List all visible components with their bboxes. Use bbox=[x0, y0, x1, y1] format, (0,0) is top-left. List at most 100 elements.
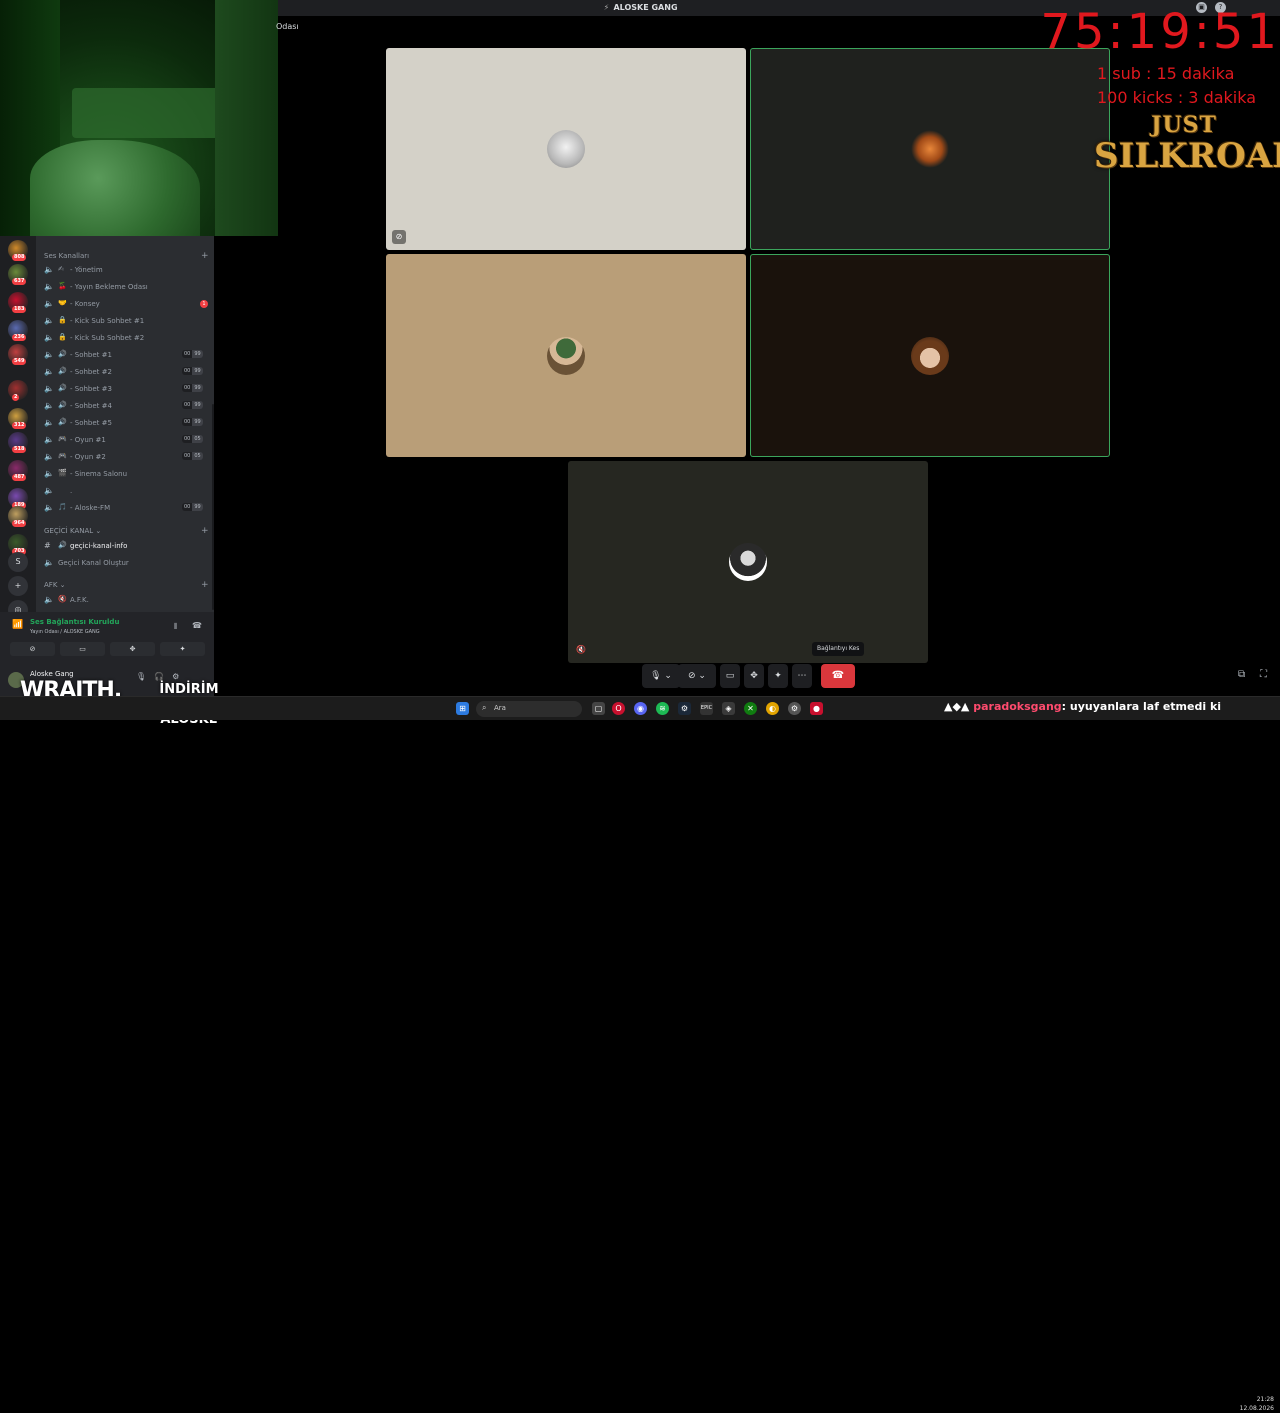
gear-icon[interactable]: ⚙ bbox=[172, 672, 179, 681]
server-icon[interactable]: 518 bbox=[8, 432, 28, 453]
channel-geçici-kanal-info[interactable]: # 🔊 geçici-kanal-info bbox=[44, 540, 210, 554]
speaker-icon: 🔈 bbox=[44, 333, 54, 342]
server-icon[interactable]: 236 bbox=[8, 320, 28, 341]
server-badge: 964 bbox=[12, 520, 27, 527]
screen-share-button[interactable]: ▭ bbox=[720, 664, 740, 688]
participant-tile[interactable] bbox=[386, 254, 746, 457]
server-icon[interactable]: 703 bbox=[8, 534, 28, 555]
username[interactable]: Aloske Gang bbox=[30, 670, 74, 678]
server-icon[interactable]: 183 bbox=[8, 292, 28, 313]
channel-geçici-kanal-oluştur[interactable]: 🔈 Geçici Kanal Oluştur bbox=[44, 557, 210, 571]
sidebar-scrollbar[interactable] bbox=[212, 404, 214, 610]
noise-suppression-icon[interactable]: ⦀ bbox=[174, 622, 178, 632]
headphones-icon[interactable]: 🎧 bbox=[154, 672, 164, 681]
server-icon[interactable]: 189 bbox=[8, 488, 28, 509]
channel-item[interactable]: 🔈 🔊 - Sohbet #3 00 99 bbox=[44, 383, 210, 397]
section-temp-channels[interactable]: GEÇİCİ KANAL ⌄ + bbox=[44, 526, 209, 536]
recording-app-icon[interactable]: ● bbox=[810, 702, 823, 715]
voice-status[interactable]: Ses Bağlantısı Kuruldu bbox=[30, 618, 119, 626]
taskbar-search[interactable]: ⌕ Ara bbox=[476, 701, 582, 717]
hangup-button[interactable]: ☎ bbox=[821, 664, 855, 688]
participant-tile[interactable] bbox=[750, 48, 1110, 250]
add-channel-icon[interactable]: + bbox=[201, 526, 209, 536]
channel-item[interactable]: 🔈 🎵 - Aloske-FM 00 99 bbox=[44, 502, 210, 516]
channel-emoji-icon: 🔒 bbox=[58, 316, 67, 324]
channel-name: . bbox=[70, 487, 73, 495]
channel-afk[interactable]: 🔈 🔇 A.F.K. bbox=[44, 594, 210, 608]
spotify-icon[interactable]: ≋ bbox=[656, 702, 669, 715]
speaker-icon: 🔈 bbox=[44, 316, 54, 325]
discord-icon[interactable]: ◉ bbox=[634, 702, 647, 715]
channel-name: - Aloske-FM bbox=[70, 504, 111, 512]
channel-emoji-icon: 🔊 bbox=[58, 384, 67, 392]
screen-share-icon[interactable]: ⊘ bbox=[392, 230, 406, 244]
add-channel-icon[interactable]: + bbox=[201, 251, 209, 261]
settings-app-icon[interactable]: ⚙ bbox=[788, 702, 801, 715]
user-limit-badge: 00 99 bbox=[182, 503, 203, 511]
participant-tile[interactable] bbox=[750, 254, 1110, 457]
channel-item[interactable]: 🔈 🤝 - Konsey 1 bbox=[44, 298, 210, 312]
server-icon[interactable]: 2 bbox=[8, 380, 28, 401]
screen-share-button[interactable]: ▭ bbox=[60, 642, 105, 656]
channel-item[interactable]: 🔈 🔊 - Sohbet #5 00 99 bbox=[44, 417, 210, 431]
channel-item[interactable]: 🔈 🎬 - Sinema Salonu bbox=[44, 468, 210, 482]
voice-channel-path[interactable]: Yayın Odası / ALOSKE GANG bbox=[30, 629, 100, 635]
channel-item[interactable]: 🔈 🍒 - Yayın Bekleme Odası bbox=[44, 281, 210, 295]
activities-button[interactable]: ✥ bbox=[110, 642, 155, 656]
channel-item[interactable]: 🔈 🔒 - Kick Sub Sohbet #2 bbox=[44, 332, 210, 346]
more-options-button[interactable]: ⋯ bbox=[792, 664, 812, 688]
add-channel-icon[interactable]: + bbox=[201, 580, 209, 590]
signal-icon[interactable]: 📶 bbox=[12, 620, 23, 630]
channel-item[interactable]: 🔈 🔒 - Kick Sub Sohbet #1 bbox=[44, 315, 210, 329]
speaker-icon: 🔈 bbox=[44, 265, 54, 274]
plus-icon[interactable]: + bbox=[8, 576, 28, 596]
epic-games-icon[interactable]: EPIC bbox=[700, 702, 713, 715]
windows-start-icon[interactable]: ⊞ bbox=[456, 702, 469, 715]
channel-item[interactable]: 🔈 🔊 - Sohbet #2 00 99 bbox=[44, 366, 210, 380]
server-icon[interactable]: 964 bbox=[8, 506, 28, 527]
microphone-icon[interactable]: 🎙 bbox=[136, 672, 146, 681]
server-icon[interactable]: 312 bbox=[8, 408, 28, 429]
channel-name: - Konsey bbox=[70, 300, 100, 308]
opera-icon[interactable]: O bbox=[612, 702, 625, 715]
soundboard-button[interactable]: ✦ bbox=[160, 642, 205, 656]
channel-item[interactable]: 🔈 🔊 - Sohbet #4 00 99 bbox=[44, 400, 210, 414]
app-icon[interactable]: ◈ bbox=[722, 702, 735, 715]
server-letter-button[interactable]: S bbox=[8, 552, 28, 572]
server-icon[interactable]: 487 bbox=[8, 460, 28, 481]
fullscreen-icon[interactable]: ⛶ bbox=[1260, 669, 1267, 680]
channel-item[interactable]: 🔈 🔊 - Sohbet #1 00 99 bbox=[44, 349, 210, 363]
xbox-icon[interactable]: ✕ bbox=[744, 702, 757, 715]
microphone-button[interactable]: 🎙 ⌄ bbox=[642, 664, 680, 688]
chrome-icon[interactable]: ◐ bbox=[766, 702, 779, 715]
muted-icon: 🔇 bbox=[576, 645, 586, 654]
task-view-icon[interactable]: ▢ bbox=[592, 702, 605, 715]
chevron-down-icon: ⌄ bbox=[59, 581, 66, 589]
system-clock[interactable]: 21:28 12.08.2026 bbox=[1238, 1395, 1274, 1413]
activities-button[interactable]: ✥ bbox=[744, 664, 764, 688]
server-icon[interactable]: 549 bbox=[8, 344, 28, 365]
channel-item[interactable]: 🔈 🎮 - Oyun #1 00 05 bbox=[44, 434, 210, 448]
channel-emoji-icon: 🎮 bbox=[58, 452, 67, 460]
participant-avatar bbox=[547, 336, 585, 375]
popout-icon[interactable]: ⧉ bbox=[1238, 669, 1245, 680]
channel-name: - Sinema Salonu bbox=[70, 470, 128, 478]
voice-connection-panel: 📶 Ses Bağlantısı Kuruldu Yayın Odası / A… bbox=[0, 612, 214, 664]
section-voice-channels[interactable]: Ses Kanalları + bbox=[44, 251, 209, 261]
channel-item[interactable]: 🔈 ✍ - Yönetim bbox=[44, 264, 210, 278]
server-icon[interactable]: 637 bbox=[8, 264, 28, 285]
server-icon[interactable]: 808 bbox=[8, 240, 28, 261]
channel-emoji-icon: 🎵 bbox=[58, 503, 67, 511]
steam-icon[interactable]: ⚙ bbox=[678, 702, 691, 715]
camera-off-button[interactable]: ⊘ bbox=[10, 642, 55, 656]
soundboard-button[interactable]: ✦ bbox=[768, 664, 788, 688]
channel-item[interactable]: 🔈. bbox=[44, 485, 210, 499]
camera-button[interactable]: ⊘ ⌄ bbox=[678, 664, 716, 688]
participant-tile[interactable]: 🔇 bbox=[568, 461, 928, 663]
channel-item[interactable]: 🔈 🎮 - Oyun #2 00 05 bbox=[44, 451, 210, 465]
participant-tile[interactable]: ⊘ bbox=[386, 48, 746, 250]
hashtag-icon: # bbox=[44, 541, 51, 550]
section-afk[interactable]: AFK ⌄ + bbox=[44, 580, 209, 590]
hangup-tooltip: Bağlantıyı Kes bbox=[812, 642, 865, 656]
disconnect-icon[interactable]: ☎ bbox=[192, 621, 202, 630]
